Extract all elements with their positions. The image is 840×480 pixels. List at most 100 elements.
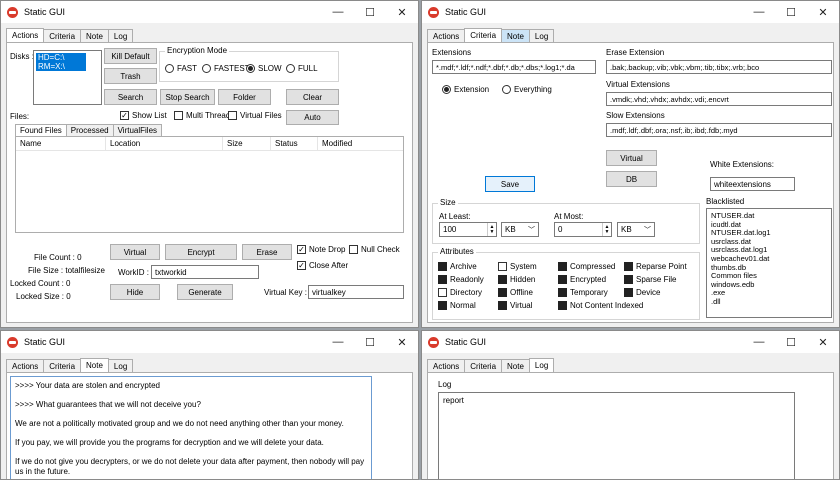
blacklist-item[interactable]: .dll <box>711 297 827 307</box>
virtual-files-checkbox[interactable]: Virtual Files <box>228 111 282 120</box>
close-icon[interactable]: ✕ <box>386 1 418 23</box>
title-bar[interactable]: Static GUI — ☐ ✕ <box>1 331 418 353</box>
attr-temporary-checkbox[interactable]: Temporary <box>558 288 608 297</box>
attr-compressed-checkbox[interactable]: Compressed <box>558 262 615 271</box>
close-after-checkbox[interactable]: ✓ Close After <box>297 261 348 270</box>
attr-reparse-point-checkbox[interactable]: Reparse Point <box>624 262 687 271</box>
close-icon[interactable]: ✕ <box>807 1 839 23</box>
title-bar[interactable]: Static GUI — ☐ ✕ <box>422 331 839 353</box>
stop-search-button[interactable]: Stop Search <box>160 89 215 105</box>
blacklist-item[interactable]: windows.edb <box>711 280 827 290</box>
close-icon[interactable]: ✕ <box>807 331 839 353</box>
log-textarea[interactable]: report <box>438 392 795 479</box>
db-button[interactable]: DB <box>606 171 657 187</box>
slow-extensions-input[interactable]: .mdf;.ldf;.dbf;.ora;.nsf;.ib;.ibd;.fdb;.… <box>606 123 832 137</box>
at-least-unit-select[interactable]: KB ﹀ <box>501 222 539 237</box>
tab-actions[interactable]: Actions <box>6 28 45 42</box>
column-header[interactable]: Size <box>223 136 271 151</box>
save-button[interactable]: Save <box>485 176 535 192</box>
maximize-icon[interactable]: ☐ <box>354 331 386 353</box>
auto-button[interactable]: Auto <box>286 110 339 125</box>
note-drop-checkbox[interactable]: ✓ Note Drop <box>297 245 345 254</box>
close-icon[interactable]: ✕ <box>386 331 418 353</box>
column-header[interactable]: Name <box>16 136 106 151</box>
at-most-spinner[interactable]: 0 ▲ ▼ <box>554 222 612 237</box>
disk-item[interactable]: HD=C:\ <box>36 53 86 62</box>
radio-everything[interactable]: Everything <box>502 85 552 94</box>
maximize-icon[interactable]: ☐ <box>354 1 386 23</box>
search-button[interactable]: Search <box>104 89 157 105</box>
tab-criteria[interactable]: Criteria <box>464 28 503 42</box>
tab-note[interactable]: Note <box>80 29 109 42</box>
multi-thread-checkbox[interactable]: Multi Thread <box>174 111 230 120</box>
attr-readonly-checkbox[interactable]: Readonly <box>438 275 484 284</box>
column-header[interactable]: Status <box>271 136 318 151</box>
column-header[interactable]: Modified <box>318 137 378 151</box>
minimize-icon[interactable]: — <box>322 331 354 353</box>
subtab-found-files[interactable]: Found Files <box>15 124 67 136</box>
clear-button[interactable]: Clear <box>286 89 339 105</box>
tab-criteria[interactable]: Criteria <box>43 359 82 372</box>
virtual-extensions-input[interactable]: .vmdk;.vhd;.vhdx;.avhdx;.vdi;.encvrt <box>606 92 832 106</box>
attr-not-content-indexed-checkbox[interactable]: Not Content Indexed <box>558 301 643 310</box>
blacklisted-list[interactable]: NTUSER.dat icudtl.dat NTUSER.dat.log1 usrcl… <box>706 208 832 318</box>
minimize-icon[interactable]: — <box>322 1 354 23</box>
virtual-button[interactable]: Virtual <box>110 244 160 260</box>
tab-note[interactable]: Note <box>80 358 109 372</box>
tab-log[interactable]: Log <box>528 29 555 42</box>
attr-device-checkbox[interactable]: Device <box>624 288 660 297</box>
tab-actions[interactable]: Actions <box>6 359 45 372</box>
attr-encrypted-checkbox[interactable]: Encrypted <box>558 275 606 284</box>
attr-hidden-checkbox[interactable]: Hidden <box>498 275 535 284</box>
spinner-arrows-icon[interactable]: ▲ ▼ <box>602 223 611 236</box>
attr-archive-checkbox[interactable]: Archive <box>438 262 477 271</box>
minimize-icon[interactable]: — <box>743 331 775 353</box>
workid-input[interactable]: txtworkid <box>151 265 259 279</box>
tab-log[interactable]: Log <box>528 358 555 372</box>
virtual-button[interactable]: Virtual <box>606 150 657 166</box>
hide-button[interactable]: Hide <box>110 284 160 300</box>
tab-note[interactable]: Note <box>501 29 530 42</box>
radio-fastest[interactable]: FASTEST <box>202 64 250 73</box>
trash-button[interactable]: Trash <box>104 68 157 84</box>
at-most-unit-select[interactable]: KB ﹀ <box>617 222 655 237</box>
minimize-icon[interactable]: — <box>743 1 775 23</box>
spinner-arrows-icon[interactable]: ▲ ▼ <box>487 223 496 236</box>
title-bar[interactable]: Static GUI — ☐ ✕ <box>1 1 418 23</box>
tab-note[interactable]: Note <box>501 359 530 372</box>
generate-button[interactable]: Generate <box>177 284 233 300</box>
encrypt-button[interactable]: Encrypt <box>165 244 237 260</box>
column-header[interactable]: Location <box>106 136 223 151</box>
disk-item[interactable]: RM=X:\ <box>36 62 86 71</box>
attr-directory-checkbox[interactable]: Directory <box>438 288 482 297</box>
tab-actions[interactable]: Actions <box>427 359 466 372</box>
radio-extension[interactable]: Extension <box>442 85 489 94</box>
erase-button[interactable]: Erase <box>242 244 292 260</box>
blacklist-item[interactable]: .exe <box>711 289 827 298</box>
tab-criteria[interactable]: Criteria <box>464 359 503 372</box>
kill-default-button[interactable]: Kill Default <box>104 48 157 64</box>
subtab-virtual-files[interactable]: VirtualFiles <box>112 124 163 136</box>
white-extensions-input[interactable]: whiteextensions <box>710 177 795 191</box>
tab-actions[interactable]: Actions <box>427 29 466 42</box>
virtual-key-input[interactable]: virtualkey <box>308 285 404 299</box>
radio-full[interactable]: FULL <box>286 64 318 73</box>
note-textarea[interactable]: >>>> Your data are stolen and encrypted … <box>10 376 372 479</box>
extensions-input[interactable]: *.mdf;*.ldf;*.ndf;*.dbf;*.db;*.dbs;*.log… <box>432 60 596 74</box>
maximize-icon[interactable]: ☐ <box>775 1 807 23</box>
found-files-table[interactable]: Name Location Size Status Modified <box>15 136 404 233</box>
tab-log[interactable]: Log <box>107 29 134 42</box>
attr-offline-checkbox[interactable]: Offline <box>498 288 533 297</box>
disks-list[interactable]: HD=C:\ RM=X:\ <box>33 50 102 105</box>
attr-sparse-file-checkbox[interactable]: Sparse File <box>624 275 676 284</box>
maximize-icon[interactable]: ☐ <box>775 331 807 353</box>
folder-button[interactable]: Folder <box>218 89 271 105</box>
at-least-spinner[interactable]: 100 ▲ ▼ <box>439 222 497 237</box>
attr-virtual-checkbox[interactable]: Virtual <box>498 301 533 310</box>
show-list-checkbox[interactable]: ✓ Show List <box>120 111 167 120</box>
tab-log[interactable]: Log <box>107 359 134 372</box>
title-bar[interactable]: Static GUI — ☐ ✕ <box>422 1 839 23</box>
attr-normal-checkbox[interactable]: Normal <box>438 301 476 310</box>
attr-system-checkbox[interactable]: System <box>498 262 537 271</box>
radio-slow[interactable]: SLOW <box>246 64 282 73</box>
